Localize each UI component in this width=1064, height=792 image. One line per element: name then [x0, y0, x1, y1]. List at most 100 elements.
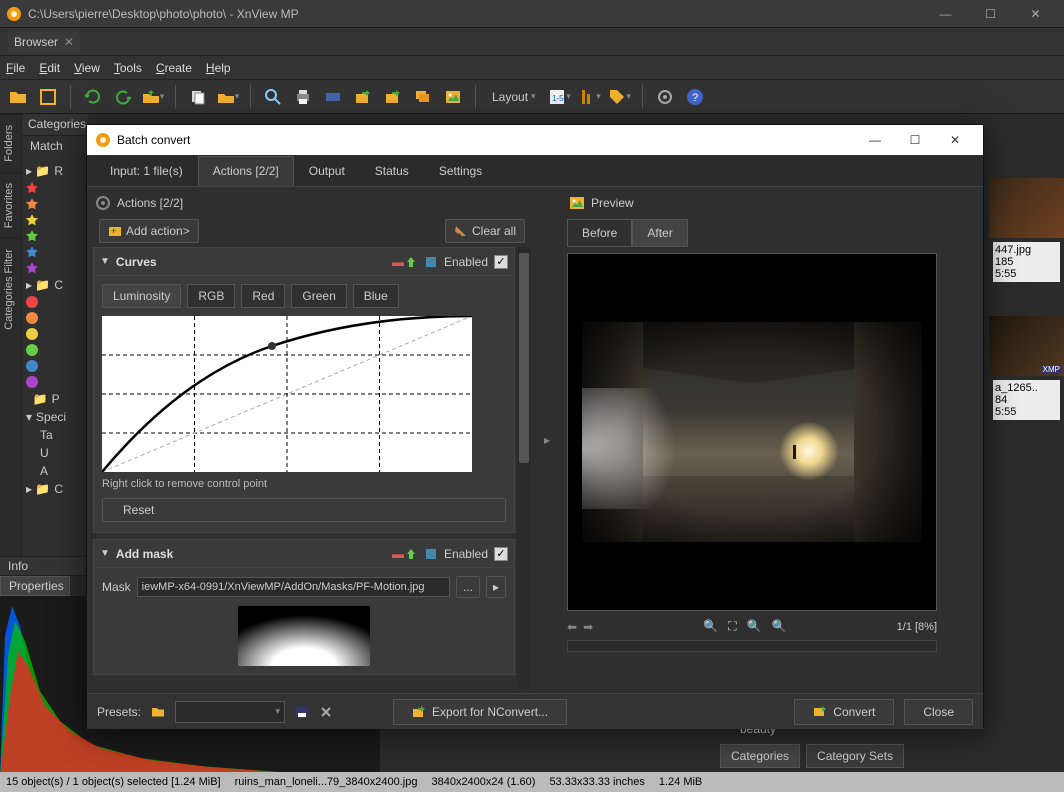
move-up-icon[interactable]	[404, 255, 418, 269]
delete-icon[interactable]	[319, 705, 333, 719]
tree-item[interactable]: A	[26, 462, 84, 480]
open-folder-icon[interactable]	[6, 85, 30, 109]
menu-file[interactable]: File	[6, 61, 25, 75]
copy-icon[interactable]	[186, 85, 210, 109]
tree-item[interactable]: ▸ 📁 R	[26, 162, 84, 180]
fullscreen-icon[interactable]	[36, 85, 60, 109]
tree-item[interactable]: ▸ 📁 C	[26, 276, 84, 294]
scrollbar[interactable]	[517, 247, 531, 689]
search-icon[interactable]	[261, 85, 285, 109]
collapse-icon[interactable]: ▼	[100, 548, 110, 559]
channel-rgb[interactable]: RGB	[187, 284, 235, 308]
tab-status[interactable]: Status	[360, 156, 424, 186]
close-icon[interactable]: ✕	[64, 35, 74, 49]
menu-tools[interactable]: Tools	[114, 61, 142, 75]
export-nconvert-button[interactable]: Export for NConvert...	[393, 699, 567, 725]
thumbnail-card[interactable]: a_1265.. 84 5:55	[993, 380, 1060, 420]
menu-view[interactable]: View	[74, 61, 100, 75]
tab-properties[interactable]: Properties	[0, 576, 70, 596]
tree-item[interactable]: 📁 P	[26, 390, 84, 408]
thumbnail-mode-icon[interactable]: 1-5▾	[548, 85, 572, 109]
enabled-checkbox[interactable]: ✓	[494, 547, 508, 561]
zoom-in-icon[interactable]: 🔍	[703, 619, 718, 634]
refresh-icon[interactable]	[81, 85, 105, 109]
thumbnail-image[interactable]: XMP	[989, 316, 1064, 376]
export-icon[interactable]	[351, 85, 375, 109]
import-icon[interactable]	[381, 85, 405, 109]
refresh-all-icon[interactable]	[111, 85, 135, 109]
move-up-icon[interactable]	[404, 547, 418, 561]
channel-blue[interactable]: Blue	[353, 284, 399, 308]
save-icon[interactable]	[295, 705, 309, 719]
menu-edit[interactable]: Edit	[39, 61, 60, 75]
preview-scrollbar[interactable]	[567, 640, 937, 652]
tab-categories[interactable]: Categories	[720, 744, 800, 768]
thumbnail-card[interactable]: 447.jpg 185 5:55	[993, 242, 1060, 282]
channel-red[interactable]: Red	[241, 284, 285, 308]
tab-settings[interactable]: Settings	[424, 156, 497, 186]
help-icon[interactable]: ?	[683, 85, 707, 109]
tab-after[interactable]: After	[632, 219, 687, 247]
tree-item[interactable]: ▾ Speci	[26, 408, 84, 426]
layout-combo[interactable]: Layout▾	[486, 90, 542, 104]
close-button[interactable]: ✕	[1013, 2, 1058, 26]
gear-icon[interactable]	[653, 85, 677, 109]
browse-button[interactable]: ...	[456, 576, 480, 598]
sort-icon[interactable]: ▾	[578, 85, 602, 109]
menu-create[interactable]: Create	[156, 61, 192, 75]
presets-combo[interactable]: ▾	[175, 701, 285, 723]
tab-output[interactable]: Output	[294, 156, 360, 186]
tree-item[interactable]: ▸ 📁 C	[26, 480, 84, 498]
stack-icon[interactable]	[411, 85, 435, 109]
remove-icon[interactable]: ▬	[392, 547, 404, 561]
collapse-icon[interactable]: ▼	[100, 256, 110, 267]
channel-green[interactable]: Green	[291, 284, 346, 308]
vtab-favorites[interactable]: Favorites	[0, 172, 21, 238]
tree-item[interactable]: Ta	[26, 426, 84, 444]
tab-browser[interactable]: Browser ✕	[8, 31, 80, 53]
mask-path-input[interactable]: iewMP-x64-0991/XnViewMP/AddOn/Masks/PF-M…	[137, 577, 450, 597]
enabled-checkbox[interactable]: ✓	[494, 255, 508, 269]
tab-input[interactable]: Input: 1 file(s)	[95, 156, 198, 186]
print-icon[interactable]	[291, 85, 315, 109]
zoom-fit-icon[interactable]: ⛶	[728, 619, 736, 634]
tab-before[interactable]: Before	[567, 219, 632, 247]
convert-button[interactable]: Convert	[794, 699, 894, 725]
image-icon[interactable]	[441, 85, 465, 109]
preview-image[interactable]	[582, 322, 922, 542]
maximize-button[interactable]: ☐	[968, 2, 1013, 26]
channel-luminosity[interactable]: Luminosity	[102, 284, 181, 308]
folder-icon[interactable]	[151, 705, 165, 719]
dialog-maximize-button[interactable]: ☐	[895, 127, 935, 153]
tag-icon[interactable]: ▾	[608, 85, 632, 109]
curves-canvas[interactable]	[102, 316, 472, 472]
dialog-close-button[interactable]: ✕	[935, 127, 975, 153]
tree-item[interactable]: U	[26, 444, 84, 462]
dialog-minimize-button[interactable]: —	[855, 127, 895, 153]
reset-button[interactable]: Reset	[102, 498, 506, 522]
settings-icon[interactable]	[424, 547, 438, 561]
paste-icon[interactable]: ▾	[216, 85, 240, 109]
prev-image-button[interactable]: ⬅	[567, 620, 577, 634]
tab-category-sets[interactable]: Category Sets	[806, 744, 904, 768]
zoom-reset-icon[interactable]: 🔍	[772, 619, 787, 634]
settings-icon[interactable]	[424, 255, 438, 269]
dialog-title-bar[interactable]: Batch convert — ☐ ✕	[87, 125, 983, 155]
minimize-button[interactable]: —	[923, 2, 968, 26]
menu-help[interactable]: Help	[206, 61, 231, 75]
close-dialog-button[interactable]: Close	[904, 699, 973, 725]
scanner-icon[interactable]	[321, 85, 345, 109]
up-folder-icon[interactable]: ▾	[141, 85, 165, 109]
remove-icon[interactable]: ▬	[392, 255, 404, 269]
next-image-button[interactable]: ➡	[583, 620, 593, 634]
splitter[interactable]: ▸	[537, 187, 557, 693]
preview-pane: Preview Before After	[557, 187, 983, 693]
vtab-categories-filter[interactable]: Categories Filter	[0, 238, 21, 340]
add-action-button[interactable]: + Add action>	[99, 219, 199, 243]
zoom-out-icon[interactable]: 🔍	[747, 619, 762, 634]
clear-all-button[interactable]: Clear all	[445, 219, 525, 243]
tab-actions[interactable]: Actions [2/2]	[198, 156, 294, 186]
vtab-folders[interactable]: Folders	[0, 114, 21, 172]
thumbnail-image[interactable]	[989, 178, 1064, 238]
next-mask-button[interactable]: ▸	[486, 576, 506, 598]
